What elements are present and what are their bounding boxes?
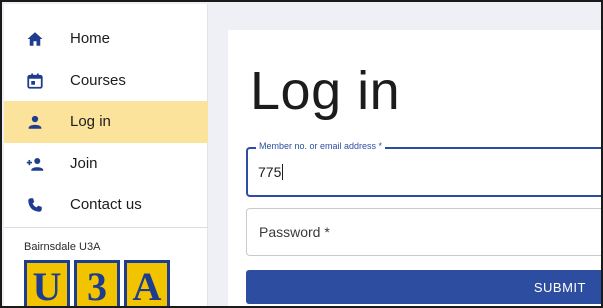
sidebar-item-home[interactable]: Home: [4, 18, 208, 60]
sidebar-item-login[interactable]: Log in: [4, 101, 208, 143]
page-title: Log in: [250, 61, 401, 121]
sidebar-item-label: Home: [70, 30, 111, 47]
sidebar-item-label: Contact us: [70, 196, 142, 213]
sidebar: Home Courses Log in Join Contact us Bair…: [4, 4, 208, 306]
sidebar-item-join[interactable]: Join: [4, 143, 208, 185]
sidebar-item-courses[interactable]: Courses: [4, 60, 208, 102]
person-add-icon: [26, 158, 44, 171]
u3a-logo[interactable]: U 3 A: [24, 260, 174, 306]
submit-button-label: SUBMIT: [533, 280, 586, 295]
text-caret: [282, 164, 284, 180]
sidebar-item-label: Log in: [70, 113, 111, 130]
calendar-icon: [27, 73, 43, 89]
logo-letter: 3: [74, 260, 120, 306]
password-placeholder: Password *: [259, 224, 330, 240]
phone-icon: [28, 198, 42, 212]
sidebar-item-label: Courses: [70, 72, 126, 89]
sidebar-divider: [4, 227, 208, 228]
org-name: Bairnsdale U3A: [24, 241, 101, 253]
person-icon: [28, 115, 42, 129]
app-window: Home Courses Log in Join Contact us Bair…: [0, 0, 603, 308]
member-field[interactable]: Member no. or email address * 775: [246, 141, 601, 197]
logo-letter: U: [24, 260, 70, 306]
home-icon: [27, 32, 43, 46]
member-field-value[interactable]: 775: [258, 164, 284, 180]
logo-letter: A: [124, 260, 170, 306]
password-field[interactable]: Password *: [246, 208, 601, 256]
sidebar-item-contact[interactable]: Contact us: [4, 184, 208, 226]
login-card: Log in Member no. or email address * 775…: [228, 30, 601, 306]
sidebar-item-label: Join: [70, 155, 98, 172]
member-field-label: Member no. or email address *: [256, 141, 386, 151]
submit-button[interactable]: SUBMIT: [246, 270, 601, 304]
